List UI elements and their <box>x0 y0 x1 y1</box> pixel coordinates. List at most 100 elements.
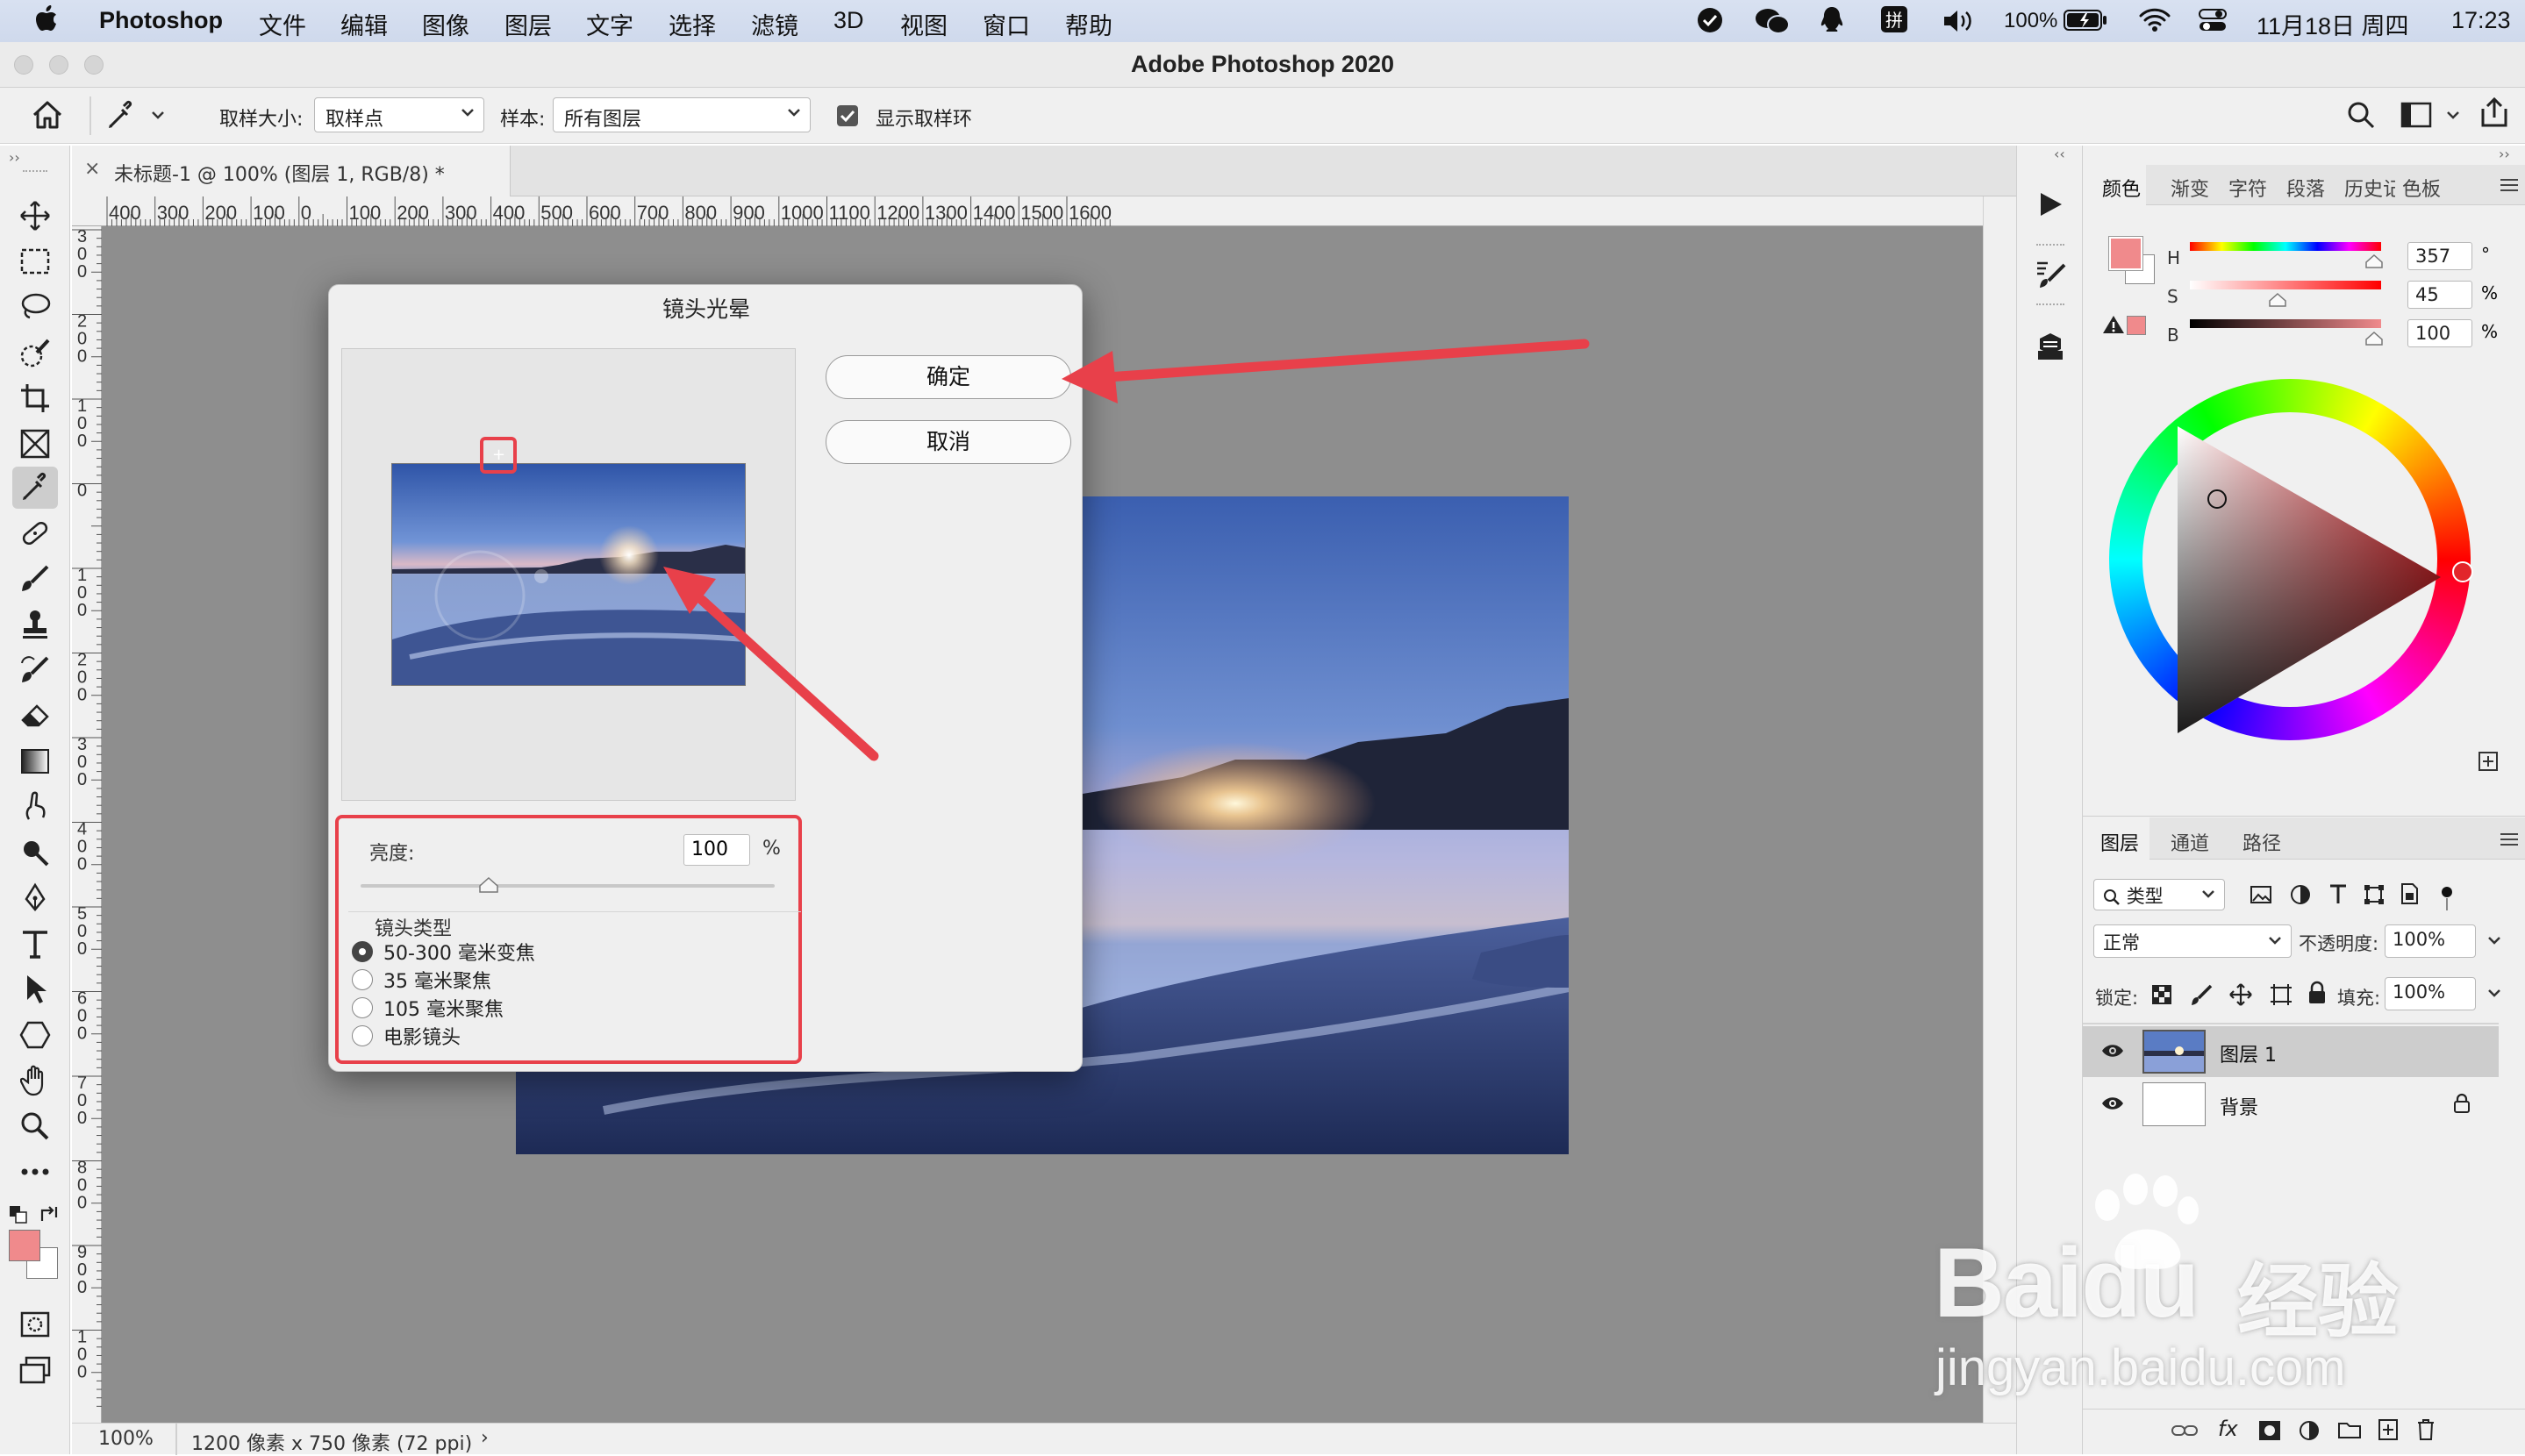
menu-view[interactable]: 视图 <box>900 7 948 41</box>
foreground-color-swatch[interactable] <box>9 1230 40 1261</box>
color-triangle[interactable] <box>2109 379 2471 740</box>
fg-color-swatch[interactable] <box>2108 236 2143 271</box>
layer-filter-select[interactable]: 类型 <box>2093 879 2225 910</box>
menu-window[interactable]: 窗口 <box>983 7 1030 41</box>
tab-history[interactable]: 历史记 <box>2344 174 2395 202</box>
tab-swatches[interactable]: 色板 <box>2402 174 2441 202</box>
sample-layers-select[interactable]: 所有图层 <box>553 97 811 132</box>
hue-ring-handle[interactable] <box>2452 561 2473 582</box>
wechat-icon[interactable] <box>1755 7 1790 35</box>
expand-icon[interactable]: ›› <box>2499 146 2510 162</box>
dodge-tool[interactable] <box>12 831 58 874</box>
filter-type-layer-icon[interactable] <box>2328 882 2348 905</box>
frame-tool[interactable] <box>12 423 58 465</box>
new-adjustment-layer-icon[interactable] <box>2299 1420 2320 1441</box>
eye-visibility-icon[interactable] <box>2100 1042 2125 1060</box>
eraser-tool[interactable] <box>12 695 58 737</box>
delete-layer-icon[interactable] <box>2416 1418 2436 1441</box>
menu-image[interactable]: 图像 <box>422 7 469 41</box>
out-of-gamut-warning-icon[interactable] <box>2102 314 2125 335</box>
tab-gradients[interactable]: 渐变 <box>2171 174 2209 202</box>
chevron-down-icon[interactable] <box>151 111 165 121</box>
add-color-icon[interactable] <box>2478 751 2499 772</box>
wifi-icon[interactable] <box>2139 7 2171 33</box>
status-app-icon[interactable] <box>1697 7 1723 33</box>
panel-menu-icon[interactable] <box>2499 177 2520 193</box>
collapse-icon[interactable]: ‹‹ <box>2054 146 2065 162</box>
link-layers-icon[interactable] <box>2171 1422 2199 1439</box>
app-menu[interactable]: Photoshop <box>99 7 223 34</box>
pen-tool[interactable] <box>12 877 58 919</box>
qq-icon[interactable] <box>1820 5 1844 35</box>
ok-button[interactable]: 确定 <box>826 355 1071 399</box>
s-input[interactable]: 45 <box>2407 281 2472 309</box>
lock-artboard-icon[interactable] <box>2269 982 2293 1007</box>
document-info[interactable]: 1200 像素 x 750 像素 (72 ppi) <box>191 1428 472 1456</box>
more-tools[interactable] <box>12 1151 58 1193</box>
eye-visibility-icon[interactable] <box>2100 1095 2125 1112</box>
b-slider-thumb[interactable] <box>2365 332 2383 346</box>
grip[interactable] <box>2036 303 2064 305</box>
path-selection-tool[interactable] <box>12 968 58 1010</box>
add-mask-icon[interactable] <box>2258 1420 2281 1441</box>
panel-menu-icon[interactable] <box>2499 831 2520 847</box>
menu-3d[interactable]: 3D <box>833 7 864 34</box>
hand-tool[interactable] <box>12 1060 58 1102</box>
actions-play-icon[interactable] <box>2038 191 2063 218</box>
layer-row-background[interactable]: 背景 <box>2083 1079 2499 1130</box>
tab-character[interactable]: 字符 <box>2228 174 2267 202</box>
filter-toggle-icon[interactable] <box>2441 886 2453 912</box>
flare-preview-area[interactable]: + <box>341 348 796 801</box>
lock-all-icon[interactable] <box>2307 981 2327 1005</box>
brush-tool[interactable] <box>12 558 58 600</box>
lock-transparent-pixels-icon[interactable] <box>2151 984 2172 1005</box>
blend-mode-select[interactable]: 正常 <box>2093 924 2292 958</box>
quick-select-tool[interactable] <box>12 332 58 374</box>
move-tool[interactable] <box>12 195 58 237</box>
lock-icon[interactable] <box>2453 1093 2471 1114</box>
eyedropper-tool-preset-icon[interactable] <box>104 98 139 132</box>
chevron-down-icon[interactable] <box>2446 111 2460 121</box>
input-method-icon[interactable]: 拼 <box>1880 5 1908 33</box>
menu-file[interactable]: 文件 <box>259 7 306 41</box>
menu-help[interactable]: 帮助 <box>1065 7 1112 41</box>
control-center-icon[interactable] <box>2199 7 2227 33</box>
shape-tool[interactable] <box>12 1014 58 1056</box>
clone-stamp-tool[interactable] <box>12 603 58 646</box>
lasso-tool[interactable] <box>12 286 58 328</box>
fill-input[interactable]: 100% <box>2385 977 2500 1010</box>
flare-center-crosshair[interactable]: + <box>492 446 505 464</box>
tab-paths[interactable]: 路径 <box>2242 828 2281 856</box>
brightness-slider-track[interactable] <box>361 884 775 888</box>
menubar-time[interactable]: 17:23 <box>2451 7 2511 34</box>
sample-size-select[interactable]: 取样点 <box>314 97 484 132</box>
battery-icon[interactable] <box>2064 9 2107 32</box>
tab-channels[interactable]: 通道 <box>2171 828 2209 856</box>
lock-image-pixels-icon[interactable] <box>2190 982 2213 1007</box>
cancel-button[interactable]: 取消 <box>826 420 1071 464</box>
new-group-folder-icon[interactable] <box>2337 1420 2362 1439</box>
layer-name[interactable]: 背景 <box>2220 1092 2258 1120</box>
h-slider[interactable] <box>2190 242 2381 251</box>
tab-paragraph[interactable]: 段落 <box>2286 174 2325 202</box>
menu-layer[interactable]: 图层 <box>504 7 552 41</box>
blur-tool[interactable] <box>12 786 58 828</box>
opacity-input[interactable]: 100% <box>2385 924 2500 958</box>
collapse-icon[interactable]: ›› <box>9 149 20 166</box>
s-slider[interactable] <box>2190 281 2381 289</box>
chevron-right-icon[interactable]: › <box>481 1427 489 1449</box>
volume-icon[interactable] <box>1942 9 1978 33</box>
type-tool[interactable] <box>12 923 58 965</box>
history-brush-tool[interactable] <box>12 649 58 691</box>
crop-tool[interactable] <box>12 377 58 419</box>
new-layer-icon[interactable] <box>2378 1418 2399 1441</box>
gamut-swatch[interactable] <box>2127 316 2146 335</box>
menu-edit[interactable]: 编辑 <box>340 7 388 41</box>
show-sampling-ring-checkbox[interactable] <box>837 105 858 126</box>
home-icon[interactable] <box>32 100 63 130</box>
eyedropper-tool[interactable] <box>12 467 58 509</box>
tab-color[interactable]: 颜色 <box>2102 174 2141 202</box>
filter-pixel-layer-icon[interactable] <box>2250 884 2272 905</box>
menu-filter[interactable]: 滤镜 <box>751 7 798 41</box>
b-slider[interactable] <box>2190 319 2381 328</box>
